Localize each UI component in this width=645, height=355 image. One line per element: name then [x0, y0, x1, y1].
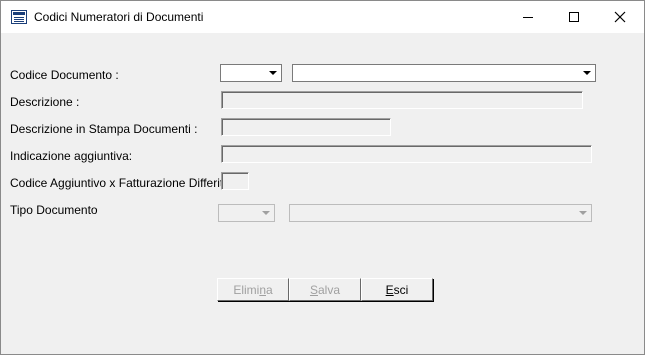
chevron-down-icon[interactable]: [578, 65, 595, 81]
app-window: Codici Numeratori di Documenti Codice Do…: [0, 0, 645, 355]
indicazione-aggiuntiva-label: Indicazione aggiuntiva:: [10, 149, 133, 163]
descrizione-field[interactable]: [221, 91, 583, 109]
maximize-button[interactable]: [551, 1, 597, 33]
descrizione-stampa-label: Descrizione in Stampa Documenti :: [10, 122, 198, 136]
form-body: Codice Documento : Descrizione : Descriz…: [1, 33, 644, 354]
close-button[interactable]: [597, 1, 643, 33]
codice-documento-combo[interactable]: [220, 64, 282, 82]
elimina-button[interactable]: Elimi n a: [217, 278, 289, 301]
tipo-documento-label: Tipo Documento: [10, 203, 98, 217]
chevron-down-icon[interactable]: [574, 205, 591, 221]
salva-label-post: alva: [318, 282, 341, 297]
chevron-down-icon[interactable]: [264, 65, 281, 81]
elimina-label-post: a: [266, 282, 273, 297]
descrizione-label: Descrizione :: [10, 95, 80, 109]
salva-label-accel: S: [309, 282, 318, 297]
elimina-label-pre: Elimi: [233, 282, 260, 297]
tipo-documento-combo[interactable]: [218, 204, 275, 222]
codice-aggiuntivo-label: Codice Aggiuntivo x Fatturazione Differi…: [10, 176, 237, 190]
close-icon: [614, 11, 626, 23]
chevron-down-icon[interactable]: [257, 205, 274, 221]
salva-button[interactable]: Salva: [289, 278, 361, 301]
esci-label-accel: E: [385, 282, 394, 297]
codice-aggiuntivo-field[interactable]: [221, 172, 249, 190]
elimina-label-accel: n: [259, 282, 266, 297]
tipo-documento-desc-combo[interactable]: [289, 204, 592, 222]
descrizione-stampa-field[interactable]: [221, 118, 391, 136]
window-title: Codici Numeratori di Documenti: [34, 10, 204, 24]
maximize-icon: [569, 12, 579, 22]
title-bar[interactable]: Codici Numeratori di Documenti: [1, 1, 644, 33]
codice-documento-desc-combo[interactable]: [292, 64, 596, 82]
esci-button[interactable]: Esci: [361, 278, 433, 301]
esci-label-post: sci: [393, 282, 409, 297]
indicazione-aggiuntiva-field[interactable]: [221, 145, 592, 163]
minimize-icon: [523, 16, 533, 18]
form-window-icon[interactable]: [11, 10, 27, 24]
codice-documento-label: Codice Documento :: [10, 68, 119, 82]
minimize-button[interactable]: [505, 1, 551, 33]
